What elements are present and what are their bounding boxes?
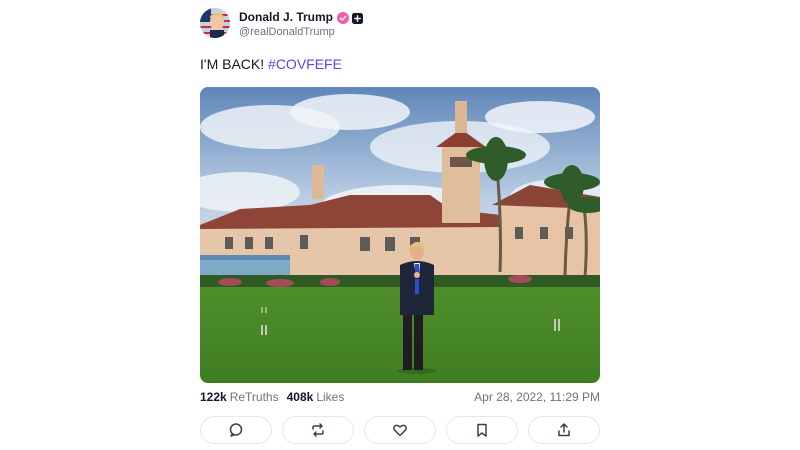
hashtag-link[interactable]: #COVFEFE [268,56,342,72]
author-handle[interactable]: @realDonaldTrump [239,26,363,38]
post-image[interactable] [200,87,600,383]
share-button[interactable] [528,416,600,444]
bookmark-button[interactable] [446,416,518,444]
comment-icon [228,422,244,438]
post-timestamp[interactable]: Apr 28, 2022, 11:29 PM [474,390,600,404]
avatar[interactable] [200,8,230,38]
likes-stat[interactable]: 408k Likes [287,390,345,404]
plus-badge-icon [352,11,364,24]
post-card: Donald J. Trump @realDonaldTrump I'M BAC… [0,0,800,450]
retruths-label: ReTruths [229,390,279,404]
likes-count: 408k [286,390,314,404]
post-stats: 122k ReTruths 408k Likes Apr 28, 2022, 11:… [200,389,600,405]
action-bar [200,416,600,444]
retruth-button[interactable] [282,416,354,444]
reply-button[interactable] [200,416,272,444]
bookmark-icon [474,422,490,438]
likes-label: Likes [316,390,345,404]
repost-icon [310,422,326,438]
share-icon [556,422,572,438]
display-name[interactable]: Donald J. Trump [239,10,333,24]
post-header: Donald J. Trump @realDonaldTrump [200,6,364,40]
retruths-stat[interactable]: 122k ReTruths [200,390,279,404]
heart-icon [392,422,408,438]
post-text: I'M BACK! #COVFEFE [200,56,342,72]
like-button[interactable] [364,416,436,444]
author-names: Donald J. Trump @realDonaldTrump [239,9,364,38]
verified-badge-icon [337,11,350,24]
retruths-count: 122k [200,390,227,404]
name-row: Donald J. Trump [239,9,364,25]
post-text-content: I'M BACK! [200,56,269,72]
